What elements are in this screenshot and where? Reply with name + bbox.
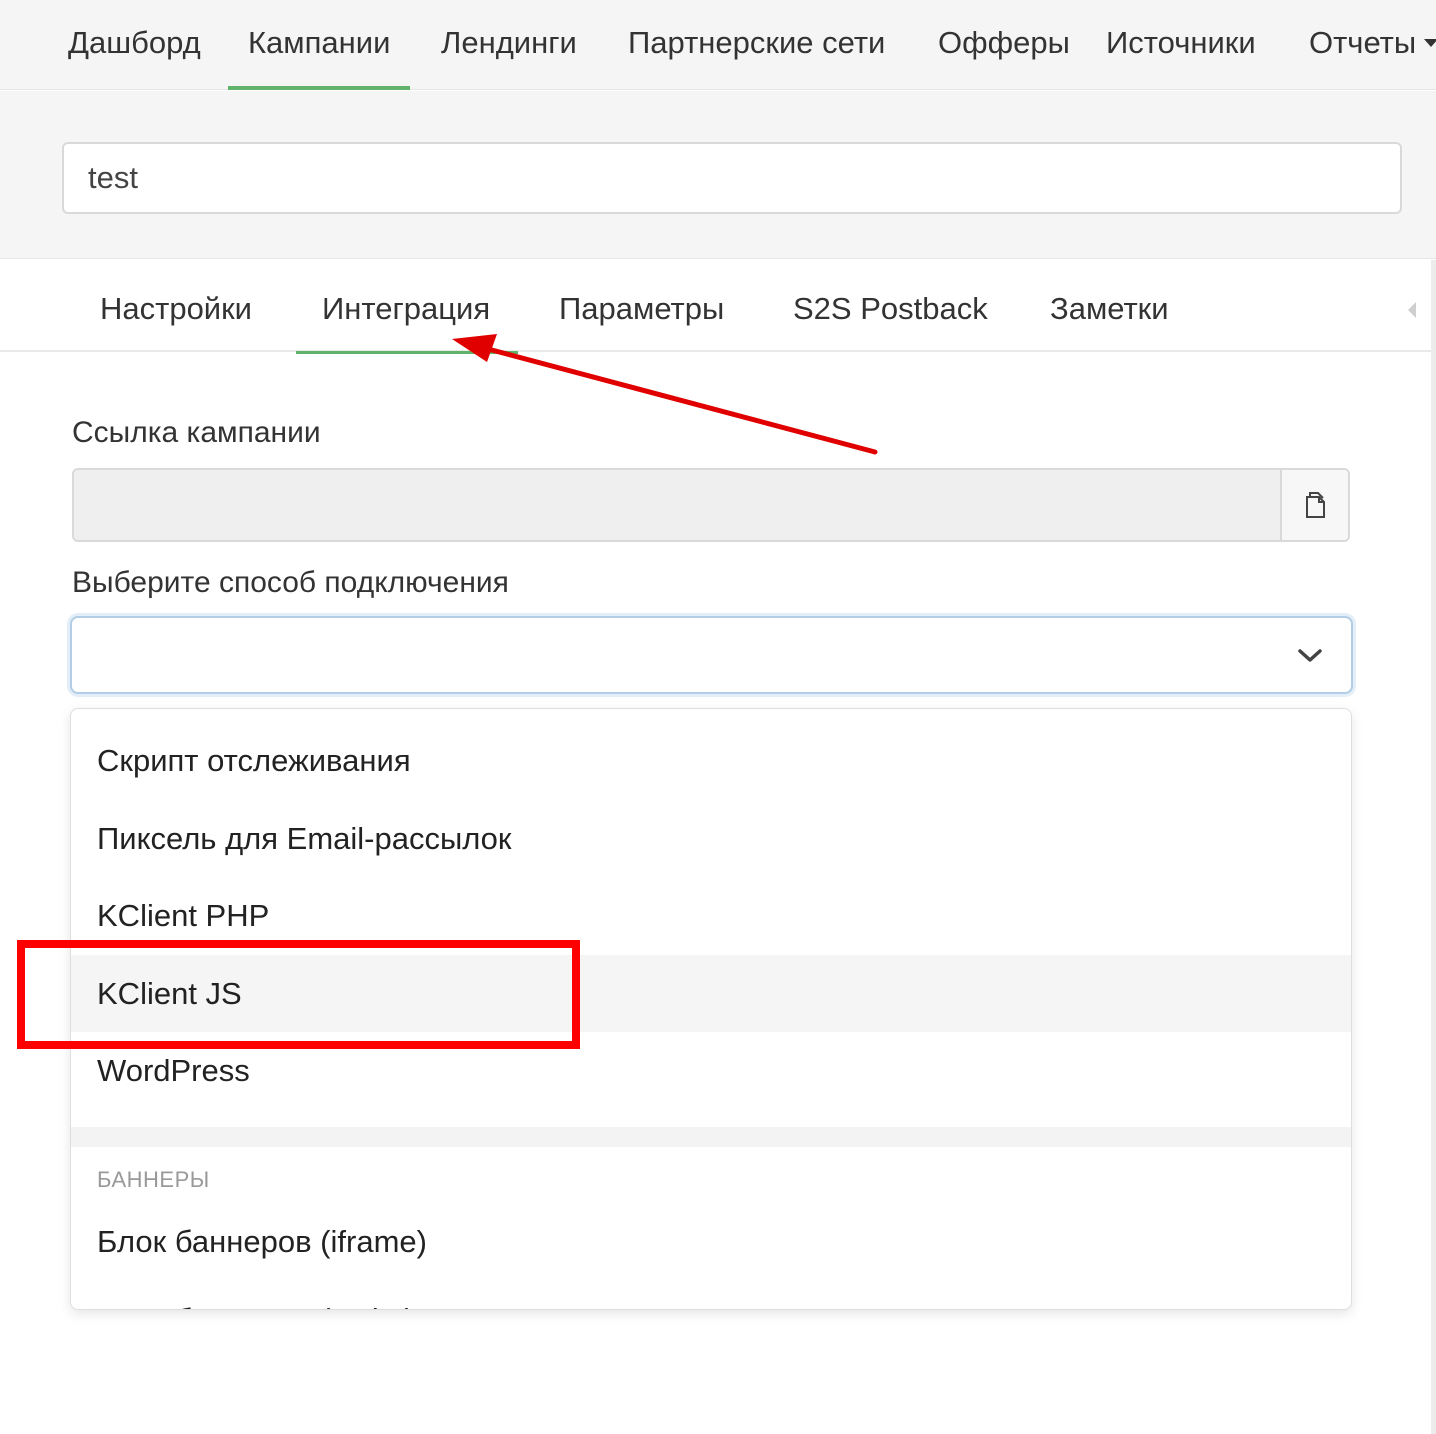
nav-item-landings[interactable]: Лендинги: [441, 0, 577, 90]
nav-item-campaigns[interactable]: Кампании: [227, 0, 411, 90]
tab-s2s-postback[interactable]: S2S Postback: [793, 260, 988, 352]
campaign-link-label: Ссылка кампании: [72, 416, 321, 449]
campaign-link-group: [72, 468, 1350, 542]
campaign-link-input[interactable]: [74, 470, 1280, 540]
connection-method-dropdown: Скрипт отслеживания Пиксель для Email-ра…: [70, 708, 1352, 1310]
tab-settings[interactable]: Настройки: [100, 260, 252, 352]
dropdown-group-banners: БАННЕРЫ: [97, 1167, 210, 1192]
option-wordpress[interactable]: WordPress: [71, 1032, 1351, 1109]
dropdown-separator: [71, 1127, 1351, 1147]
copy-icon: [1306, 492, 1325, 518]
connection-method-label: Выберите способ подключения: [72, 566, 509, 599]
option-kclient-php[interactable]: KClient PHP: [71, 877, 1351, 954]
option-banner-block-iframe[interactable]: Блок баннеров (iframe): [71, 1203, 1351, 1280]
tab-integration[interactable]: Интеграция: [295, 260, 519, 354]
option-tracking-script[interactable]: Скрипт отслеживания: [71, 722, 1351, 799]
option-email-pixel[interactable]: Пиксель для Email-рассылок: [71, 800, 1351, 877]
nav-item-affiliate-networks[interactable]: Партнерские сети: [628, 0, 885, 90]
tab-parameters[interactable]: Параметры: [559, 260, 724, 352]
campaign-name-section: [0, 91, 1436, 259]
caret-down-icon: [1424, 38, 1436, 47]
copy-link-button[interactable]: [1280, 470, 1348, 540]
nav-item-dashboard[interactable]: Дашборд: [68, 0, 201, 90]
option-kclient-js[interactable]: KClient JS: [71, 955, 1351, 1032]
option-banner-block-script[interactable]: Блок баннеров (script): [71, 1281, 1351, 1309]
campaign-tabs: Настройки Интеграция Параметры S2S Postb…: [0, 260, 1432, 354]
nav-item-reports-label: Отчеты: [1309, 25, 1417, 60]
campaign-name-input[interactable]: [62, 142, 1402, 214]
nav-item-offers[interactable]: Офферы: [938, 0, 1070, 90]
top-navigation: Дашборд Кампании Лендинги Партнерские се…: [0, 0, 1436, 90]
tab-notes[interactable]: Заметки: [1050, 260, 1169, 352]
nav-item-reports[interactable]: Отчеты: [1309, 0, 1436, 90]
connection-method-select[interactable]: [70, 616, 1353, 694]
page-scrollbar[interactable]: [1431, 260, 1436, 1434]
nav-item-sources[interactable]: Источники: [1106, 0, 1256, 90]
chevron-down-icon: [1298, 649, 1322, 662]
caret-left-icon[interactable]: [1408, 302, 1416, 318]
